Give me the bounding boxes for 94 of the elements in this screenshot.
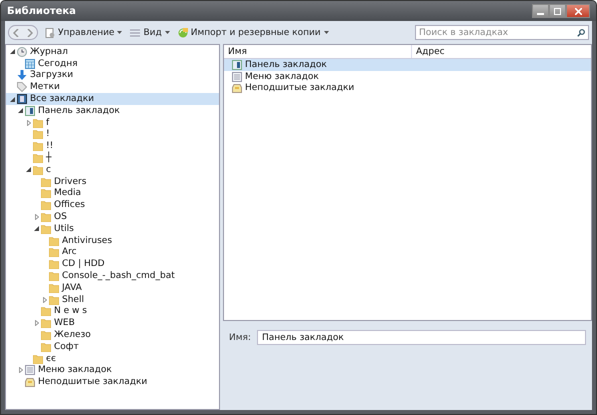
maximize-button[interactable] (549, 4, 566, 18)
down-arrow-icon (17, 70, 27, 80)
list-icon (130, 28, 140, 38)
tree-item[interactable]: WEB (6, 317, 219, 330)
window-title: Библиотека (7, 6, 76, 16)
collapse-arrow-icon[interactable] (18, 108, 23, 114)
caret-icon (117, 31, 122, 34)
expand-arrow-icon[interactable] (34, 214, 38, 220)
column-header[interactable]: Адрес (412, 45, 445, 58)
bookmark-bar-icon (232, 60, 242, 70)
folder-icon (49, 259, 59, 270)
folder-icon (49, 282, 59, 293)
folder-icon (33, 129, 43, 140)
tree-item[interactable]: N e w s (6, 306, 219, 318)
folder-icon (33, 164, 43, 175)
close-icon (574, 8, 582, 14)
list-icon (25, 365, 35, 376)
page-icon (45, 28, 55, 38)
book-icon (17, 94, 27, 104)
folder-icon (41, 200, 51, 210)
folder-icon (41, 306, 51, 316)
folder-icon (41, 176, 51, 187)
folder-icon (41, 330, 51, 340)
tree-item[interactable]: c (6, 164, 219, 176)
list-icon (232, 72, 242, 82)
tree-item[interactable]: JAVA (6, 282, 219, 294)
tree-item[interactable]: єє (6, 352, 219, 365)
search-icon (577, 28, 585, 36)
column-header[interactable]: Имя (224, 45, 412, 58)
tree-item[interactable]: Меню закладок (6, 364, 219, 376)
tree-item[interactable]: Метки (6, 81, 219, 94)
folder-icon (49, 271, 59, 282)
tree-item[interactable]: Utils (6, 222, 219, 235)
clock-icon (17, 46, 27, 57)
list-row[interactable]: Меню закладок (224, 70, 591, 83)
folder-icon (33, 153, 43, 164)
tree-item[interactable]: Console_-_bash_cmd_bat (6, 270, 219, 282)
expand-arrow-icon[interactable] (34, 320, 38, 326)
bookmark-bar-icon (25, 106, 35, 116)
tree-item[interactable]: Arc (6, 246, 219, 258)
collapse-arrow-icon[interactable] (34, 226, 39, 232)
tree-item[interactable]: !! (6, 140, 219, 152)
tree-item[interactable]: CD | HDD (6, 258, 219, 270)
calendar-icon (25, 58, 35, 69)
tree-item[interactable]: ┼ (6, 152, 219, 164)
tree-item[interactable]: Все закладки (6, 93, 219, 105)
caret-icon (164, 31, 170, 34)
list-row[interactable]: Панель закладок (224, 59, 591, 71)
folder-icon (41, 224, 51, 234)
expand-arrow-icon[interactable] (42, 296, 46, 303)
tree-item[interactable]: Drivers (6, 176, 219, 188)
field-label: Имя: (229, 332, 251, 343)
menu-button[interactable]: Вид (127, 26, 173, 38)
tree-item[interactable]: Софт (6, 340, 219, 353)
name-field[interactable]: Панель закладок (256, 330, 586, 345)
collapse-arrow-icon[interactable] (10, 49, 15, 54)
folder-icon (33, 141, 43, 152)
folder-icon (33, 118, 43, 128)
minimize-button[interactable] (532, 4, 549, 18)
list-row[interactable]: Неподшитые закладки (224, 82, 591, 94)
menu-button[interactable]: Импорт и резервные копии (174, 26, 332, 38)
tag-icon (17, 82, 27, 92)
inbox-icon (25, 377, 35, 388)
folder-icon (33, 354, 43, 364)
collapse-arrow-icon[interactable] (26, 167, 31, 172)
tree-item[interactable]: Offices (6, 199, 219, 212)
tree-item[interactable]: Сегодня (6, 58, 219, 70)
inbox-icon (232, 83, 242, 94)
tree-item[interactable]: ! (6, 128, 219, 140)
folder-icon (49, 236, 59, 246)
search-field[interactable]: Поиск в закладках (415, 25, 589, 40)
maximize-icon (554, 8, 561, 14)
close-button[interactable] (566, 4, 590, 18)
menu-button[interactable]: Управление (42, 26, 126, 38)
folder-icon (49, 294, 59, 305)
folder-icon (41, 212, 51, 222)
folder-icon (49, 247, 59, 258)
tree-item[interactable]: Shell (6, 294, 219, 306)
collapse-arrow-icon[interactable] (10, 96, 15, 102)
tree-item[interactable]: Неподшитые закладки (6, 376, 219, 388)
tree-item[interactable]: Antiviruses (6, 234, 219, 247)
tree-item[interactable]: Панель закладок (6, 104, 219, 117)
tree-item[interactable]: Журнал (6, 46, 219, 58)
tree-item[interactable]: f (6, 116, 219, 129)
caret-icon (324, 31, 329, 34)
tree-item[interactable]: Media (6, 188, 219, 200)
tree-item[interactable]: Железо (6, 329, 219, 341)
expand-arrow-icon[interactable] (18, 367, 22, 374)
folder-icon (41, 188, 51, 198)
tree-item[interactable]: OS (6, 211, 219, 223)
tree-item[interactable]: Загрузки (6, 70, 219, 82)
expand-arrow-icon[interactable] (26, 120, 30, 126)
folder-icon (41, 318, 51, 328)
folder-icon (41, 342, 51, 352)
